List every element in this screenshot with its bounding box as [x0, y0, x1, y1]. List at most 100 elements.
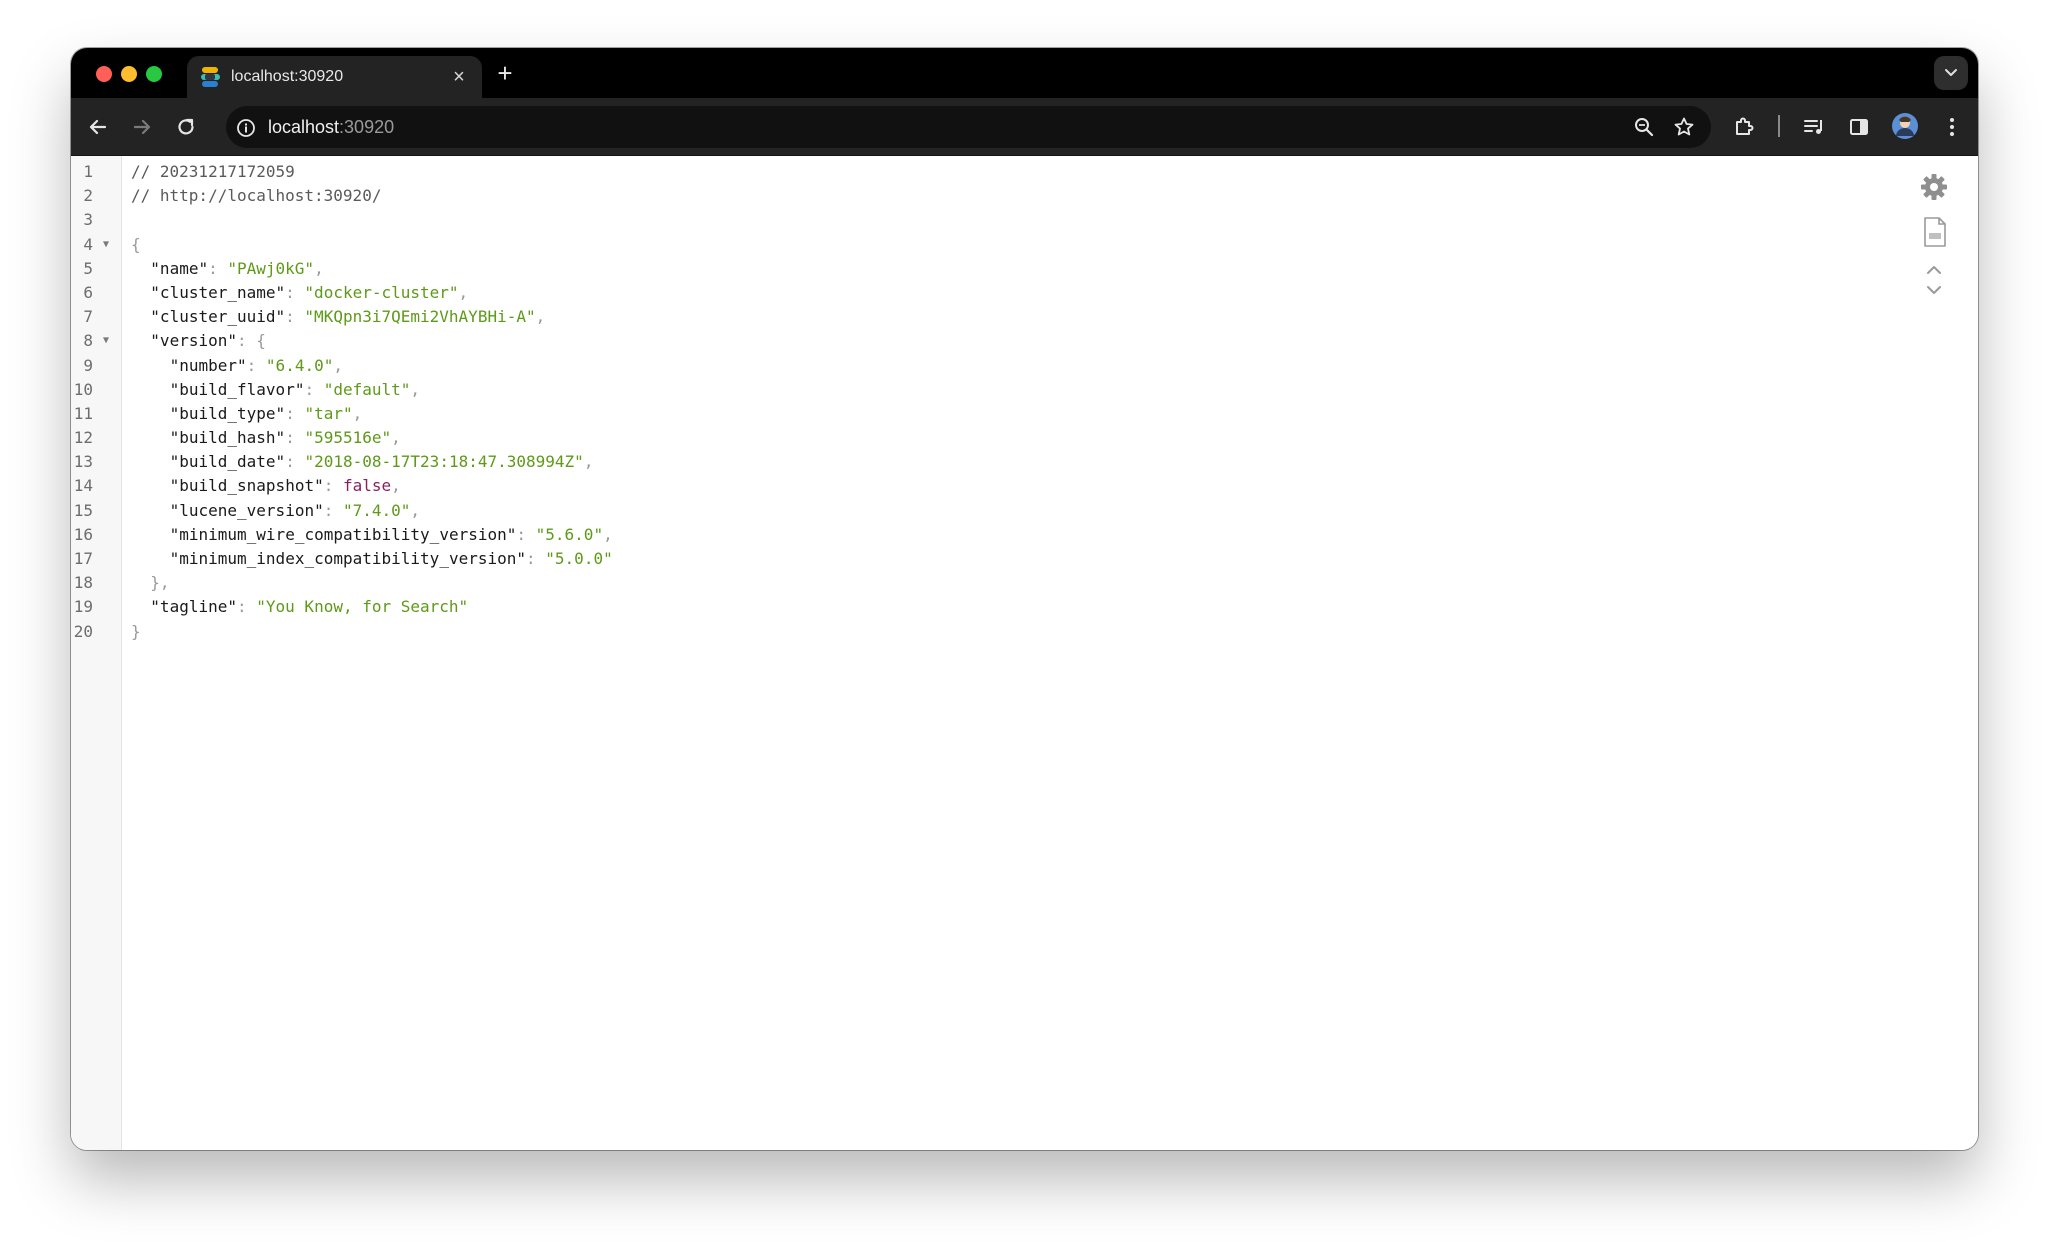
- code-text: "build_type": "tar",: [170, 402, 363, 426]
- json-punctuation: ,: [352, 403, 363, 423]
- json-punctuation: :: [237, 597, 257, 617]
- json-string-value: "MKQpn3i7QEmi2VhAYBHi-A": [304, 307, 536, 327]
- json-string-value: "default": [323, 379, 411, 399]
- json-punctuation: :: [285, 403, 305, 423]
- settings-gear-icon[interactable]: [1919, 172, 1949, 207]
- line-number: 15: [73, 500, 93, 520]
- code-line: 4 ▼ {: [71, 233, 1978, 257]
- fold-toggle-icon[interactable]: ▼: [103, 329, 109, 353]
- code-text: "build_date": "2018-08-17T23:18:47.30899…: [170, 450, 594, 474]
- code-text: "minimum_wire_compatibility_version": "5…: [170, 523, 613, 547]
- code-line: 7 "cluster_uuid": "MKQpn3i7QEmi2VhAYBHi-A…: [71, 305, 1978, 329]
- line-number: 11: [73, 403, 93, 423]
- code-line: 15 "lucene_version": "7.4.0",: [71, 499, 1978, 523]
- json-punctuation: :: [285, 282, 305, 302]
- tab-close-button[interactable]: ×: [448, 66, 470, 88]
- tab-localhost[interactable]: localhost:30920 ×: [187, 56, 482, 98]
- code-line: 9 "number": "6.4.0",: [71, 354, 1978, 378]
- code-line: 2 // http://localhost:30920/: [71, 184, 1978, 208]
- new-tab-button[interactable]: +: [491, 60, 519, 88]
- line-number: 20: [73, 621, 93, 641]
- profile-avatar[interactable]: [1891, 112, 1919, 140]
- address-bar[interactable]: localhost:30920: [226, 106, 1711, 148]
- media-control-icon[interactable]: [1802, 115, 1826, 139]
- line-number: 17: [73, 549, 93, 568]
- json-punctuation: :: [285, 307, 305, 327]
- bookmark-star-icon[interactable]: [1673, 116, 1695, 138]
- line-number: 1: [83, 162, 93, 181]
- json-string-value: "docker-cluster": [304, 282, 459, 302]
- code-text: "build_snapshot": false,: [170, 474, 401, 498]
- browser-window: localhost:30920 × + localhost:30920 1 //…: [71, 48, 1978, 1150]
- site-info-icon[interactable]: [236, 118, 256, 143]
- code-text: "tagline": "You Know, for Search": [150, 595, 468, 619]
- json-punctuation: :: [323, 476, 343, 496]
- url-port: :30920: [339, 117, 395, 137]
- close-window-icon[interactable]: [96, 66, 112, 82]
- line-number: 14: [73, 476, 93, 496]
- json-key: "minimum_index_compatibility_version": [169, 549, 527, 568]
- code-line: 1 // 20231217172059: [71, 160, 1978, 184]
- zoom-icon[interactable]: [1633, 116, 1655, 138]
- json-string-value: "2018-08-17T23:18:47.308994Z": [304, 452, 584, 472]
- url-text[interactable]: localhost:30920: [268, 117, 394, 137]
- minimize-window-icon[interactable]: [121, 66, 137, 82]
- json-punctuation: :: [526, 549, 546, 568]
- json-punctuation: ,: [410, 379, 421, 399]
- json-punctuation: : {: [237, 331, 266, 351]
- json-punctuation: :: [208, 258, 228, 278]
- code-line: 18},: [71, 571, 1978, 595]
- json-string-value: "5.6.0": [535, 524, 604, 544]
- line-number: 16: [73, 524, 93, 544]
- line-number: 6: [83, 282, 93, 302]
- side-panel-icon[interactable]: [1847, 115, 1871, 139]
- code-line: 3: [71, 208, 1978, 232]
- fold-toggle-icon[interactable]: ▼: [103, 233, 109, 257]
- json-punctuation: },: [150, 573, 170, 593]
- json-string-value: "595516e": [304, 428, 392, 448]
- code-line: 10 "build_flavor": "default",: [71, 378, 1978, 402]
- json-punctuation: ,: [391, 476, 401, 496]
- json-key: "build_hash": [169, 428, 286, 448]
- maximize-window-icon[interactable]: [146, 66, 162, 82]
- line-number: 7: [83, 307, 93, 327]
- json-key: "minimum_wire_compatibility_version": [169, 524, 517, 544]
- json-punctuation: ,: [333, 355, 343, 375]
- json-string-value: "6.4.0": [265, 355, 334, 375]
- url-host: localhost: [268, 117, 340, 137]
- json-punctuation: ,: [314, 258, 324, 278]
- json-punctuation: {: [131, 234, 141, 254]
- json-key: "build_date": [169, 452, 286, 472]
- json-punctuation: ,: [535, 307, 546, 327]
- code-text: "number": "6.4.0",: [170, 354, 343, 378]
- back-arrow-icon[interactable]: [86, 115, 110, 139]
- code-line: 14 "build_snapshot": false,: [71, 474, 1978, 498]
- json-comment: // http://localhost:30920/: [131, 186, 382, 206]
- code-line: 5 "name": "PAwj0kG",: [71, 257, 1978, 281]
- json-code-area: 1 // 20231217172059 2 // http://localhost:3…: [71, 160, 1978, 644]
- code-text: {: [131, 233, 141, 257]
- raw-file-icon[interactable]: [1922, 216, 1948, 253]
- line-number: 12: [73, 428, 93, 448]
- collapse-toggle-icon[interactable]: [1923, 262, 1945, 303]
- json-punctuation: :: [285, 452, 305, 472]
- json-string-value: "7.4.0": [342, 500, 411, 520]
- json-key: "cluster_name": [150, 282, 286, 302]
- json-key: "build_flavor": [169, 379, 305, 399]
- code-line: 19 "tagline": "You Know, for Search": [71, 595, 1978, 619]
- code-line: 16 "minimum_wire_compatibility_version": …: [71, 523, 1978, 547]
- tab-search-button[interactable]: [1934, 56, 1968, 90]
- reload-icon[interactable]: [174, 115, 198, 139]
- more-menu-icon[interactable]: [1940, 115, 1964, 139]
- extensions-icon[interactable]: [1732, 115, 1756, 139]
- line-number: 13: [73, 452, 93, 472]
- line-number: 19: [73, 597, 93, 617]
- code-text: "lucene_version": "7.4.0",: [170, 499, 420, 523]
- json-punctuation: :: [246, 355, 266, 375]
- json-key: "tagline": [150, 597, 237, 617]
- forward-arrow-icon[interactable]: [130, 115, 154, 139]
- json-key: "build_type": [169, 403, 286, 423]
- code-line: 17 "minimum_index_compatibility_version":…: [71, 547, 1978, 571]
- json-punctuation: :: [323, 500, 343, 520]
- json-key: "version": [150, 331, 237, 351]
